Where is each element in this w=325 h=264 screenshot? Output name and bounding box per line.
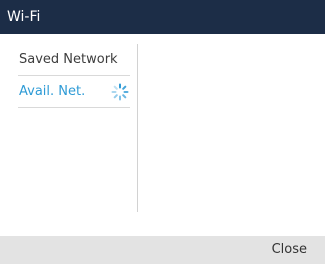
- main-content: Saved Network Avail. Net.: [0, 34, 325, 236]
- title-bar: Wi-Fi: [0, 0, 325, 34]
- sidebar-item-saved-network[interactable]: Saved Network: [18, 44, 130, 76]
- sidebar-item-label: Saved Network: [19, 52, 118, 67]
- sidebar-menu: Saved Network Avail. Net.: [18, 44, 130, 108]
- window-title: Wi-Fi: [7, 9, 41, 25]
- loading-spinner-icon: [111, 83, 129, 100]
- network-detail-pane: [138, 34, 325, 236]
- footer-bar: Close: [0, 236, 325, 264]
- sidebar-item-available-networks[interactable]: Avail. Net.: [18, 76, 130, 108]
- close-button[interactable]: Close: [272, 236, 307, 264]
- sidebar-item-label: Avail. Net.: [19, 84, 86, 99]
